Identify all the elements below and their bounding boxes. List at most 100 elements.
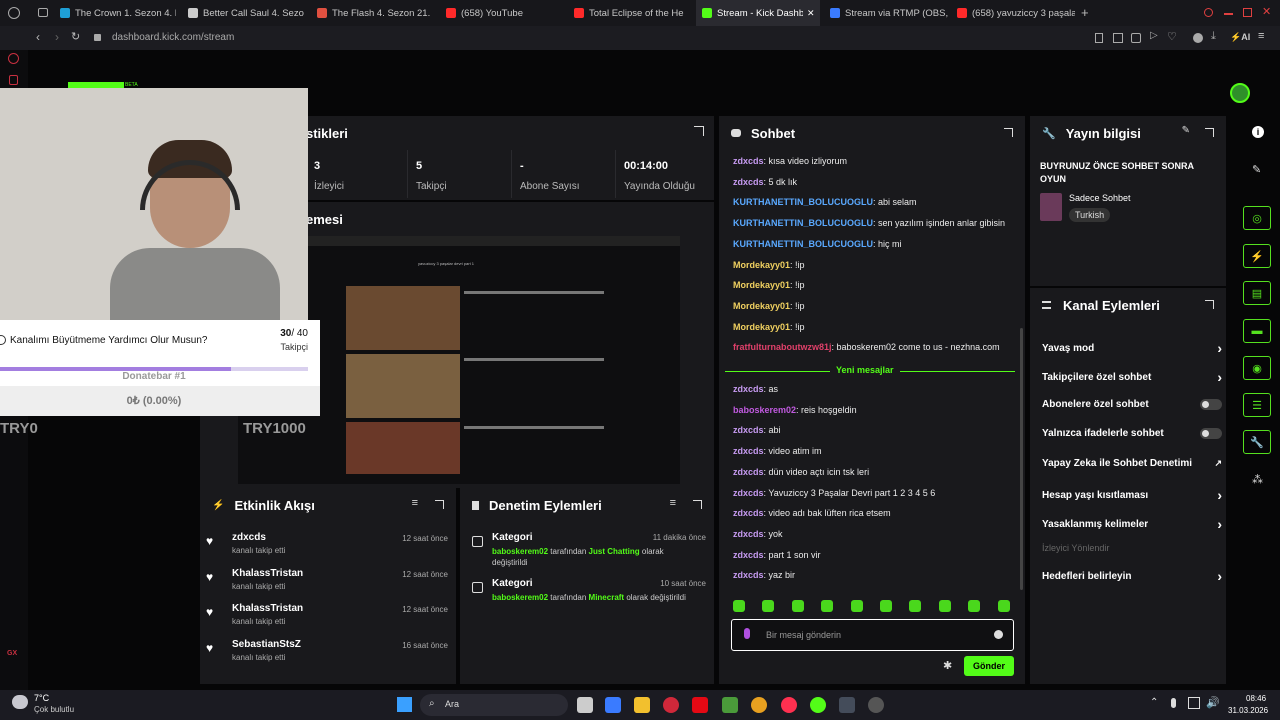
chat-settings-icon[interactable]: ✱ [943, 659, 952, 672]
reload-icon[interactable]: ↻ [71, 30, 80, 43]
chat-username[interactable]: zdxcds [733, 570, 764, 580]
tray-chevron-icon[interactable]: ⌃ [1150, 697, 1158, 708]
edit-icon[interactable]: ✎ [1182, 125, 1190, 136]
expand-icon[interactable] [693, 500, 702, 509]
discord-like-icon[interactable] [810, 697, 826, 713]
chat-username[interactable]: zdxcds [733, 156, 764, 166]
emote-icon[interactable] [880, 600, 892, 612]
weather-temp[interactable]: 7°C [34, 693, 49, 703]
close-tab-icon[interactable]: ✕ [807, 8, 815, 19]
chat-username[interactable]: zdxcds [733, 529, 764, 539]
sidebar-bag-icon[interactable] [9, 75, 18, 85]
expand-icon[interactable] [1205, 128, 1214, 137]
obs-icon[interactable] [868, 697, 884, 713]
tab-2[interactable]: Better Call Saul 4. Sezon 4 [182, 0, 304, 26]
emote-icon[interactable] [762, 600, 775, 612]
expand-icon[interactable] [1205, 300, 1214, 309]
menu-icon[interactable]: ≡ [1258, 30, 1264, 42]
maximize-icon[interactable] [1243, 8, 1252, 17]
chat-username[interactable]: zdxcds [733, 488, 764, 498]
clock-date[interactable]: 31.03.2026 [1228, 706, 1268, 715]
followers-only-item[interactable]: Takipçilere özel sohbet › [1042, 369, 1222, 385]
netflix-icon[interactable] [692, 697, 708, 713]
edit-rail-icon[interactable]: ✎ [1252, 163, 1261, 176]
chat-rail-button[interactable]: ▬ [1243, 319, 1271, 343]
expand-icon[interactable] [694, 126, 704, 136]
forward-icon[interactable]: › [55, 30, 59, 44]
store-icon[interactable] [605, 697, 621, 713]
play-icon[interactable]: ▷ [1150, 30, 1158, 41]
community-rail-icon[interactable]: ⁂ [1252, 473, 1263, 486]
chat-username[interactable]: KURTHANETTIN_BOLUCUOGLU [733, 239, 873, 249]
url-input[interactable]: dashboard.kick.com/stream [112, 32, 234, 43]
heart-icon[interactable]: ♡ [1167, 30, 1177, 43]
tab-manager-icon[interactable] [38, 8, 48, 17]
task-view-icon[interactable] [577, 697, 593, 713]
back-icon[interactable]: ‹ [36, 30, 40, 44]
browser-menu-icon[interactable] [8, 7, 20, 19]
download-icon[interactable]: ⤓ [1211, 30, 1216, 43]
chat-username[interactable]: zdxcds [733, 467, 764, 477]
account-age-item[interactable]: Hesap yaşı kısıtlaması › [1042, 487, 1222, 503]
tab-4[interactable]: (658) YouTube [440, 0, 562, 26]
profile-icon[interactable] [1193, 33, 1203, 43]
chrome-icon[interactable] [751, 697, 767, 713]
chat-username[interactable]: KURTHANETTIN_BOLUCUOGLU [733, 197, 873, 207]
screenshot-icon[interactable] [1113, 33, 1123, 43]
filter-icon[interactable]: ≡ [412, 497, 418, 509]
emote-icon[interactable] [997, 600, 1010, 612]
emote-icon[interactable] [909, 600, 922, 612]
minecraft-icon[interactable] [722, 697, 738, 713]
taskbar-search[interactable]: ⌕ Ara [420, 694, 568, 716]
emote-icon[interactable] [968, 600, 981, 612]
opera-gx-icon[interactable] [781, 697, 797, 713]
filter-icon[interactable]: ≡ [670, 497, 676, 509]
emoji-icon[interactable] [994, 630, 1003, 639]
wrench-rail-button[interactable]: 🔧 [1243, 430, 1271, 454]
ai-icon[interactable]: ⚡AI [1230, 32, 1250, 43]
chat-username[interactable]: zdxcds [733, 425, 764, 435]
subscribers-only-item[interactable]: Abonelere özel sohbet [1042, 399, 1222, 410]
expand-icon[interactable] [435, 500, 444, 509]
camera-rail-button[interactable]: ◎ [1243, 206, 1271, 230]
set-goals-item[interactable]: Hedefleri belirleyin › [1042, 568, 1222, 584]
chat-input[interactable]: Bir mesaj gönderin [731, 619, 1014, 651]
list-rail-button[interactable]: ☰ [1243, 393, 1271, 417]
chat-username[interactable]: KURTHANETTIN_BOLUCUOGLU [733, 218, 873, 228]
sidebar-gx-icon[interactable]: GX [7, 650, 17, 657]
chat-username[interactable]: baboskerem02 [733, 405, 796, 415]
emotes-only-toggle[interactable] [1200, 428, 1222, 439]
chat-username[interactable]: zdxcds [733, 508, 764, 518]
chat-username[interactable]: zdxcds [733, 446, 764, 456]
tab-7[interactable]: Stream via RTMP (OBS, V [824, 0, 948, 26]
clock-time[interactable]: 08:46 [1246, 694, 1266, 703]
chat-username[interactable]: zdxcds [733, 384, 764, 394]
bookmark-icon[interactable] [1095, 33, 1103, 43]
chat-username[interactable]: Mordekayy01 [733, 301, 790, 311]
tab-1[interactable]: The Crown 1. Sezon 4. Bö [54, 0, 176, 26]
windows-start-icon[interactable] [397, 697, 412, 712]
close-window-icon[interactable]: ✕ [1262, 5, 1271, 18]
adblock-icon[interactable] [1131, 33, 1141, 43]
ai-moderation-item[interactable]: Yapay Zeka ile Sohbet Denetimi ↗ [1042, 458, 1222, 469]
opera-icon[interactable] [663, 697, 679, 713]
expand-icon[interactable] [1004, 128, 1013, 137]
emote-icon[interactable] [850, 600, 863, 612]
user-avatar[interactable] [1230, 83, 1250, 103]
subscribers-only-toggle[interactable] [1200, 399, 1222, 410]
tab-3[interactable]: The Flash 4. Sezon 21. Bö [311, 0, 433, 26]
chat-username[interactable]: zdxcds [733, 177, 764, 187]
bolt-rail-button[interactable]: ⚡ [1243, 244, 1271, 268]
broadcast-rail-button[interactable]: ◉ [1243, 356, 1271, 380]
mic-icon[interactable] [744, 628, 750, 639]
emote-icon[interactable] [733, 600, 745, 612]
new-tab-button[interactable]: + [1081, 5, 1089, 20]
emote-icon[interactable] [821, 600, 834, 612]
steam-icon[interactable] [839, 697, 855, 713]
tab-8[interactable]: (658) yavuziccy 3 paşalar [951, 0, 1075, 26]
tab-6-active[interactable]: Stream - Kick Dashbo ✕ [696, 0, 820, 26]
chat-username[interactable]: Mordekayy01 [733, 280, 790, 290]
chat-username[interactable]: Mordekayy01 [733, 260, 790, 270]
file-explorer-icon[interactable] [634, 697, 650, 713]
chat-username[interactable]: zdxcds [733, 550, 764, 560]
